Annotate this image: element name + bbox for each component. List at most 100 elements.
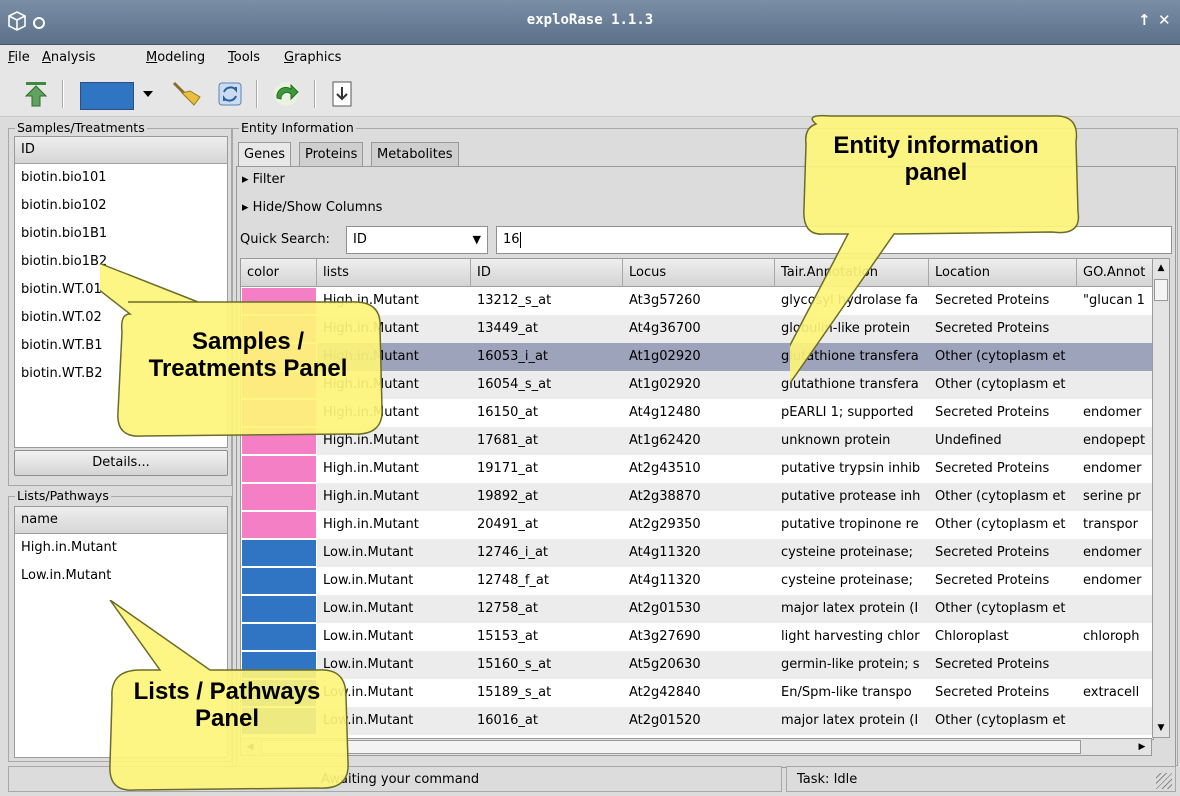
table-row[interactable]: Low.in.Mutant 15160_s_at At5g20630 germin-l…	[241, 651, 1153, 679]
locus-cell: At1g02920	[629, 377, 701, 392]
go-cell: chloroph	[1083, 629, 1140, 644]
location-cell: Chloroplast	[935, 629, 1009, 644]
task-text: Task: Idle	[797, 772, 858, 787]
lists-cell: High.in.Mutant	[323, 517, 419, 532]
id-cell: 13212_s_at	[477, 293, 552, 308]
color-picker-swatch[interactable]	[80, 82, 134, 110]
close-icon[interactable]: ✕	[1158, 11, 1171, 29]
locus-cell: At4g11320	[629, 545, 701, 560]
locus-cell: At2g42840	[629, 685, 701, 700]
text-cursor	[519, 231, 521, 248]
id-cell: 12758_at	[477, 601, 538, 616]
tab-proteins[interactable]: Proteins	[299, 142, 364, 167]
locus-cell: At2g01520	[629, 713, 701, 728]
go-cell: endomer	[1083, 545, 1142, 560]
table-row[interactable]: Low.in.Mutant 15189_s_at At2g42840 En/Spm-l…	[241, 679, 1153, 707]
location-cell: Secreted Proteins	[935, 573, 1050, 588]
vertical-scrollbar[interactable]: ▲ ▼	[1152, 258, 1170, 738]
tab-metabolites[interactable]: Metabolites	[371, 142, 459, 167]
id-cell: 13449_at	[477, 321, 538, 336]
hide-show-columns-expander[interactable]: ▸ Hide/Show Columns	[242, 200, 382, 215]
chevron-down-icon[interactable]	[138, 78, 158, 110]
color-swatch-cell	[241, 483, 317, 511]
window-title: exploRase 1.1.3	[526, 12, 654, 28]
menu-modeling[interactable]: Modeling	[146, 50, 205, 65]
locus-cell: At4g12480	[629, 405, 701, 420]
table-row[interactable]: Low.in.Mutant 12758_at At2g01530 major late…	[241, 595, 1153, 623]
table-row[interactable]: High.in.Mutant 20491_at At2g29350 putative …	[241, 511, 1153, 539]
scroll-up-icon[interactable]: ▲	[1153, 259, 1169, 277]
table-row[interactable]: Low.in.Mutant 15153_at At3g27690 light harv…	[241, 623, 1153, 651]
details-button[interactable]: Details...	[14, 450, 228, 476]
tair-cell: germin-like protein; s	[781, 657, 920, 672]
task-status: Task: Idle	[786, 766, 1176, 792]
refresh-icon[interactable]	[214, 78, 246, 110]
menu-tools[interactable]: Tools	[228, 50, 260, 65]
list-item[interactable]: Low.in.Mutant	[15, 562, 227, 590]
chevron-down-icon: ▼	[472, 233, 481, 246]
locus-cell: At4g11320	[629, 573, 701, 588]
color-swatch-cell	[241, 455, 317, 483]
quick-search-value: 16	[503, 232, 520, 247]
id-cell: 16054_s_at	[477, 377, 552, 392]
go-cell: transpor	[1083, 517, 1138, 532]
lists-cell: Low.in.Mutant	[323, 573, 414, 588]
id-cell: 15160_s_at	[477, 657, 552, 672]
maximize-icon[interactable]: ↑	[1138, 11, 1151, 29]
scrollbar-thumb[interactable]	[1154, 279, 1168, 301]
id-cell: 16016_at	[477, 713, 538, 728]
entity-legend: Entity Information	[239, 120, 356, 135]
id-cell: 15189_s_at	[477, 685, 552, 700]
lists-cell: High.in.Mutant	[323, 489, 419, 504]
table-row[interactable]: Low.in.Mutant 12748_f_at At4g11320 cysteine…	[241, 567, 1153, 595]
resize-grip-icon[interactable]	[1156, 773, 1172, 789]
menu-file[interactable]: File	[8, 50, 30, 65]
horizontal-scrollbar[interactable]: ◀ ▶	[240, 738, 1152, 756]
id-cell: 19171_at	[477, 461, 538, 476]
color-swatch-cell	[241, 511, 317, 539]
location-cell: Other (cytoplasm et	[935, 517, 1066, 532]
id-cell: 16053_i_at	[477, 349, 549, 364]
table-row[interactable]: Low.in.Mutant 16016_at At2g01520 major late…	[241, 707, 1153, 735]
filter-expander[interactable]: ▸ Filter	[242, 172, 285, 187]
go-cell: extracell	[1083, 685, 1140, 700]
id-cell: 12746_i_at	[477, 545, 549, 560]
lists-cell: Low.in.Mutant	[323, 545, 414, 560]
scrollbar-thumb[interactable]	[261, 740, 1081, 754]
tair-cell: putative tropinone re	[781, 517, 919, 532]
table-row[interactable]: Low.in.Mutant 12746_i_at At4g11320 cysteine…	[241, 539, 1153, 567]
list-item[interactable]: High.in.Mutant	[15, 534, 227, 562]
menu-graphics[interactable]: Graphics	[284, 50, 341, 65]
locus-cell: At2g38870	[629, 489, 701, 504]
list-item[interactable]: biotin.bio101	[15, 164, 227, 192]
locus-cell: At3g27690	[629, 629, 701, 644]
lists-name-header[interactable]: name	[15, 507, 227, 534]
go-cell	[1077, 707, 1153, 735]
location-cell: Other (cytoplasm et	[935, 713, 1066, 728]
locus-column-header[interactable]: Locus	[623, 259, 775, 287]
menu-analysis[interactable]: Analysis	[42, 50, 96, 65]
toolbar	[0, 72, 1180, 117]
scroll-right-icon[interactable]: ▶	[1133, 739, 1151, 755]
locus-cell: At3g57260	[629, 293, 701, 308]
samples-id-header[interactable]: ID	[15, 137, 227, 164]
toolbar-separator	[256, 80, 258, 108]
scroll-down-icon[interactable]: ▼	[1153, 719, 1169, 737]
lists-callout-label: Lists / Pathways Panel	[133, 678, 321, 732]
tab-genes[interactable]: Genes	[238, 142, 292, 168]
toolbar-separator	[314, 80, 316, 108]
go-top-icon[interactable]	[20, 78, 52, 110]
export-icon[interactable]	[326, 78, 358, 110]
broom-icon[interactable]	[170, 78, 202, 110]
locus-cell: At4g36700	[629, 321, 701, 336]
menu-accel: M	[146, 50, 158, 65]
redo-arrow-icon[interactable]	[270, 78, 302, 110]
list-item[interactable]: biotin.bio102	[15, 192, 227, 220]
id-column-header[interactable]: ID	[471, 259, 623, 287]
menu-label: raphics	[294, 50, 342, 65]
go-cell	[1077, 651, 1153, 679]
id-cell: 17681_at	[477, 433, 538, 448]
id-cell: 15153_at	[477, 629, 538, 644]
locus-cell: At2g01530	[629, 601, 701, 616]
menu-label: ile	[14, 50, 30, 65]
